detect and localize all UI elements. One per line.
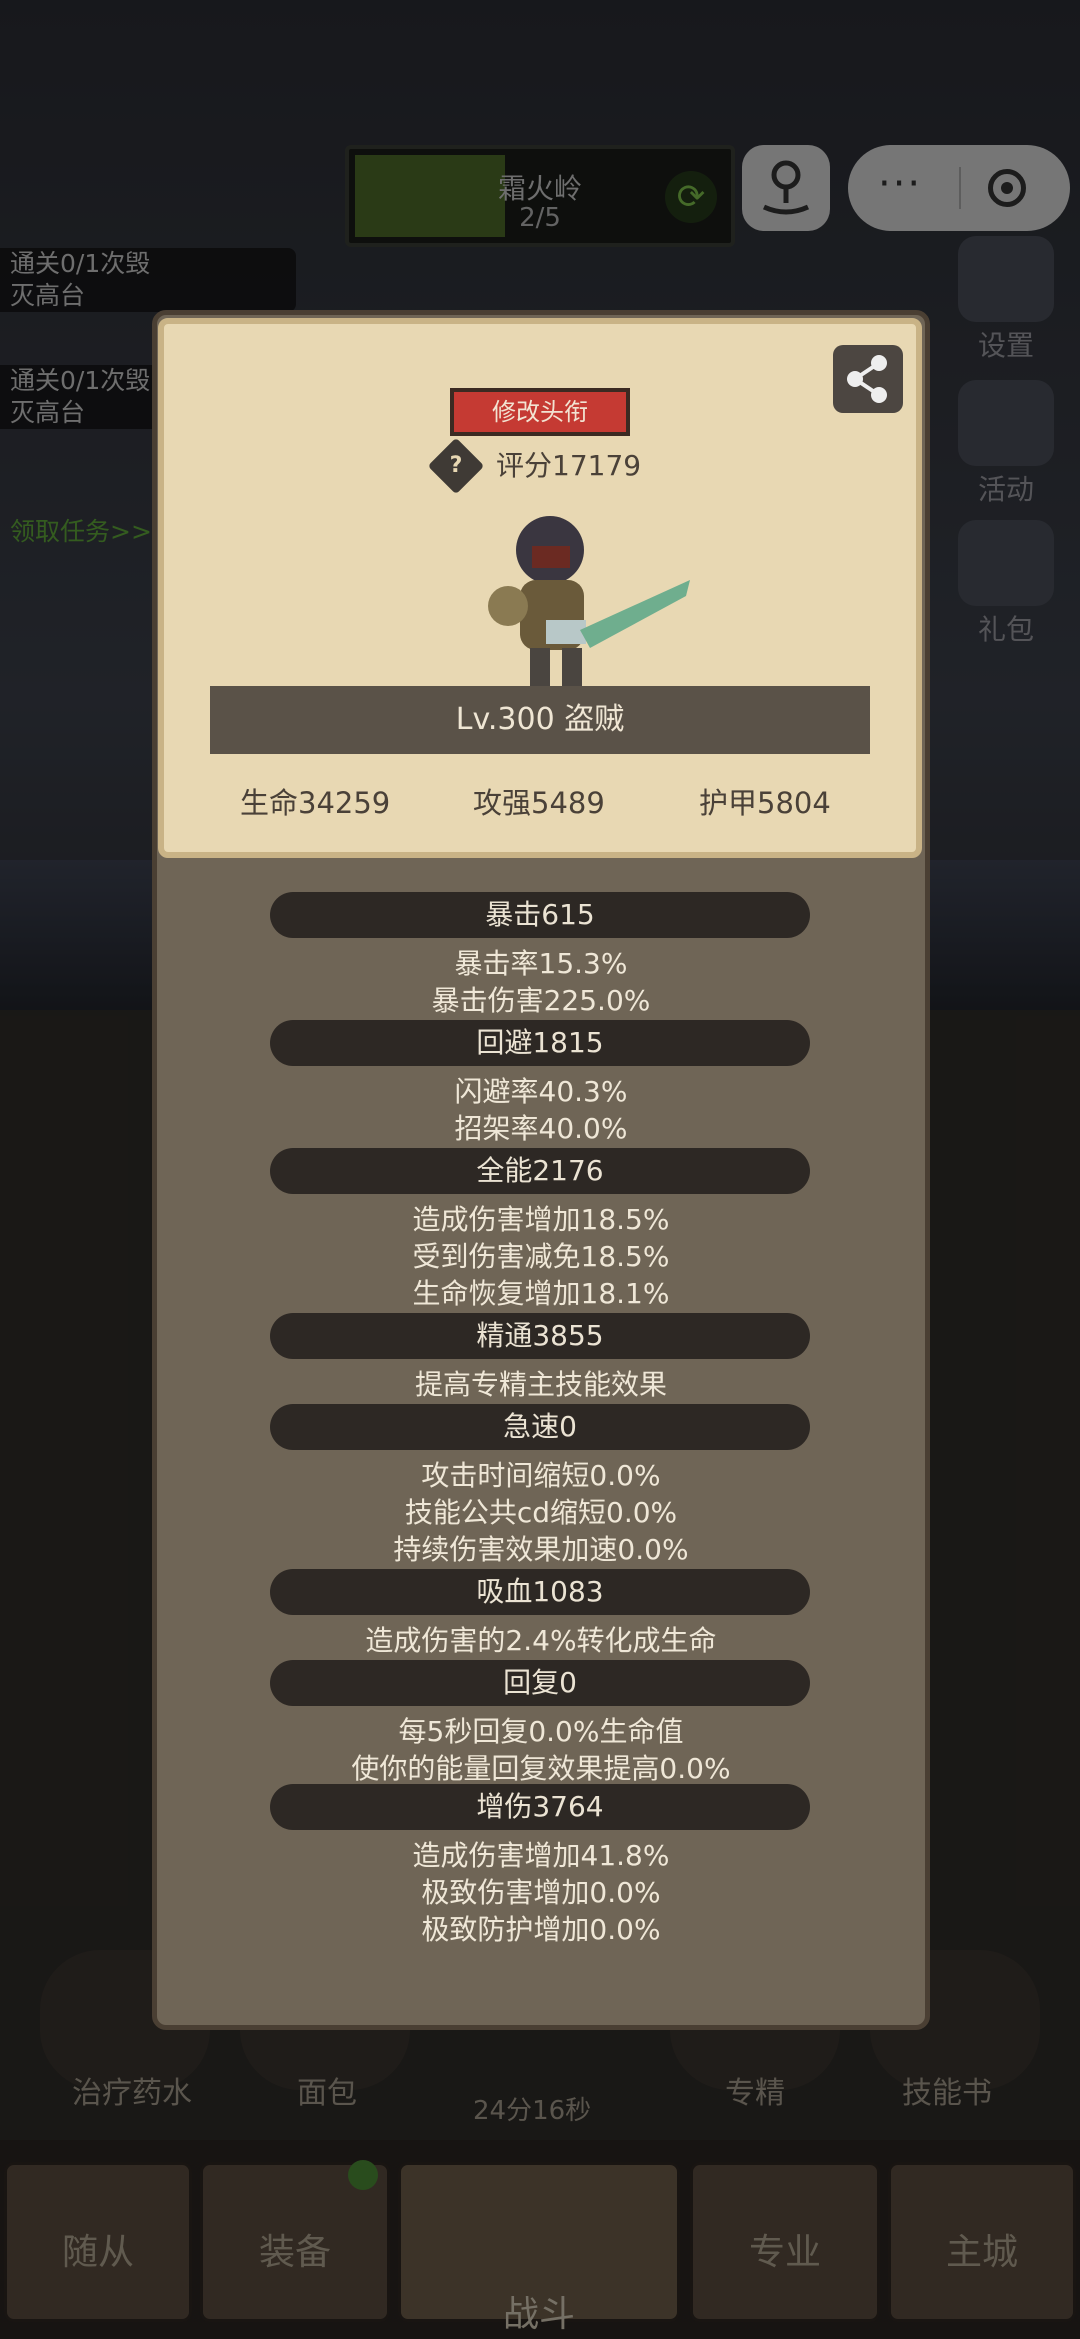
hp-stat: 生命34259 xyxy=(240,786,391,820)
stat-header-versatility: 全能2176 xyxy=(270,1148,810,1194)
stat-line: 生命恢复增加18.1% xyxy=(412,1277,670,1310)
stat-header-regen: 回复0 xyxy=(270,1660,810,1706)
stat-line: 技能公共cd缩短0.0% xyxy=(404,1496,678,1529)
edit-title-button[interactable]: 修改头衔 xyxy=(450,388,630,436)
stat-line: 每5秒回复0.0%生命值 xyxy=(398,1715,684,1748)
stat-line: 暴击率15.3% xyxy=(454,947,628,980)
stat-line: 造成伤害增加41.8% xyxy=(412,1839,670,1872)
score-text: 评分17179 xyxy=(496,449,642,482)
stat-line: 提高专精主技能效果 xyxy=(414,1368,667,1401)
share-button[interactable] xyxy=(833,345,903,413)
stat-line: 闪避率40.3% xyxy=(454,1075,628,1108)
stat-header-dmg-increase: 增伤3764 xyxy=(270,1784,810,1830)
stat-line: 使你的能量回复效果提高0.0% xyxy=(351,1752,731,1785)
stat-line: 极致防护增加0.0% xyxy=(421,1913,661,1946)
attack-stat: 攻强5489 xyxy=(473,786,605,820)
stat-line: 招架率40.0% xyxy=(454,1112,628,1145)
stat-line: 受到伤害减免18.5% xyxy=(412,1240,670,1273)
stat-line: 造成伤害的2.4%转化成生命 xyxy=(365,1624,717,1657)
stat-header-crit: 暴击615 xyxy=(270,892,810,938)
stat-header-lifesteal: 吸血1083 xyxy=(270,1569,810,1615)
armor-stat: 护甲5804 xyxy=(699,786,831,820)
share-icon xyxy=(847,355,887,403)
stat-header-mastery: 精通3855 xyxy=(270,1313,810,1359)
rogue-character-sprite xyxy=(488,516,690,688)
stat-line: 极致伤害增加0.0% xyxy=(421,1876,661,1909)
stat-line: 暴击伤害225.0% xyxy=(431,984,651,1017)
stat-header-haste: 急速0 xyxy=(270,1404,810,1450)
stat-line: 攻击时间缩短0.0% xyxy=(421,1459,661,1492)
stat-line: 持续伤害效果加速0.0% xyxy=(393,1533,689,1566)
level-class-bar: Lv.300 盗贼 xyxy=(210,686,870,754)
stat-header-avoidance: 回避1815 xyxy=(270,1020,810,1066)
help-icon[interactable]: ? xyxy=(427,437,485,495)
stat-line: 造成伤害增加18.5% xyxy=(412,1203,670,1236)
